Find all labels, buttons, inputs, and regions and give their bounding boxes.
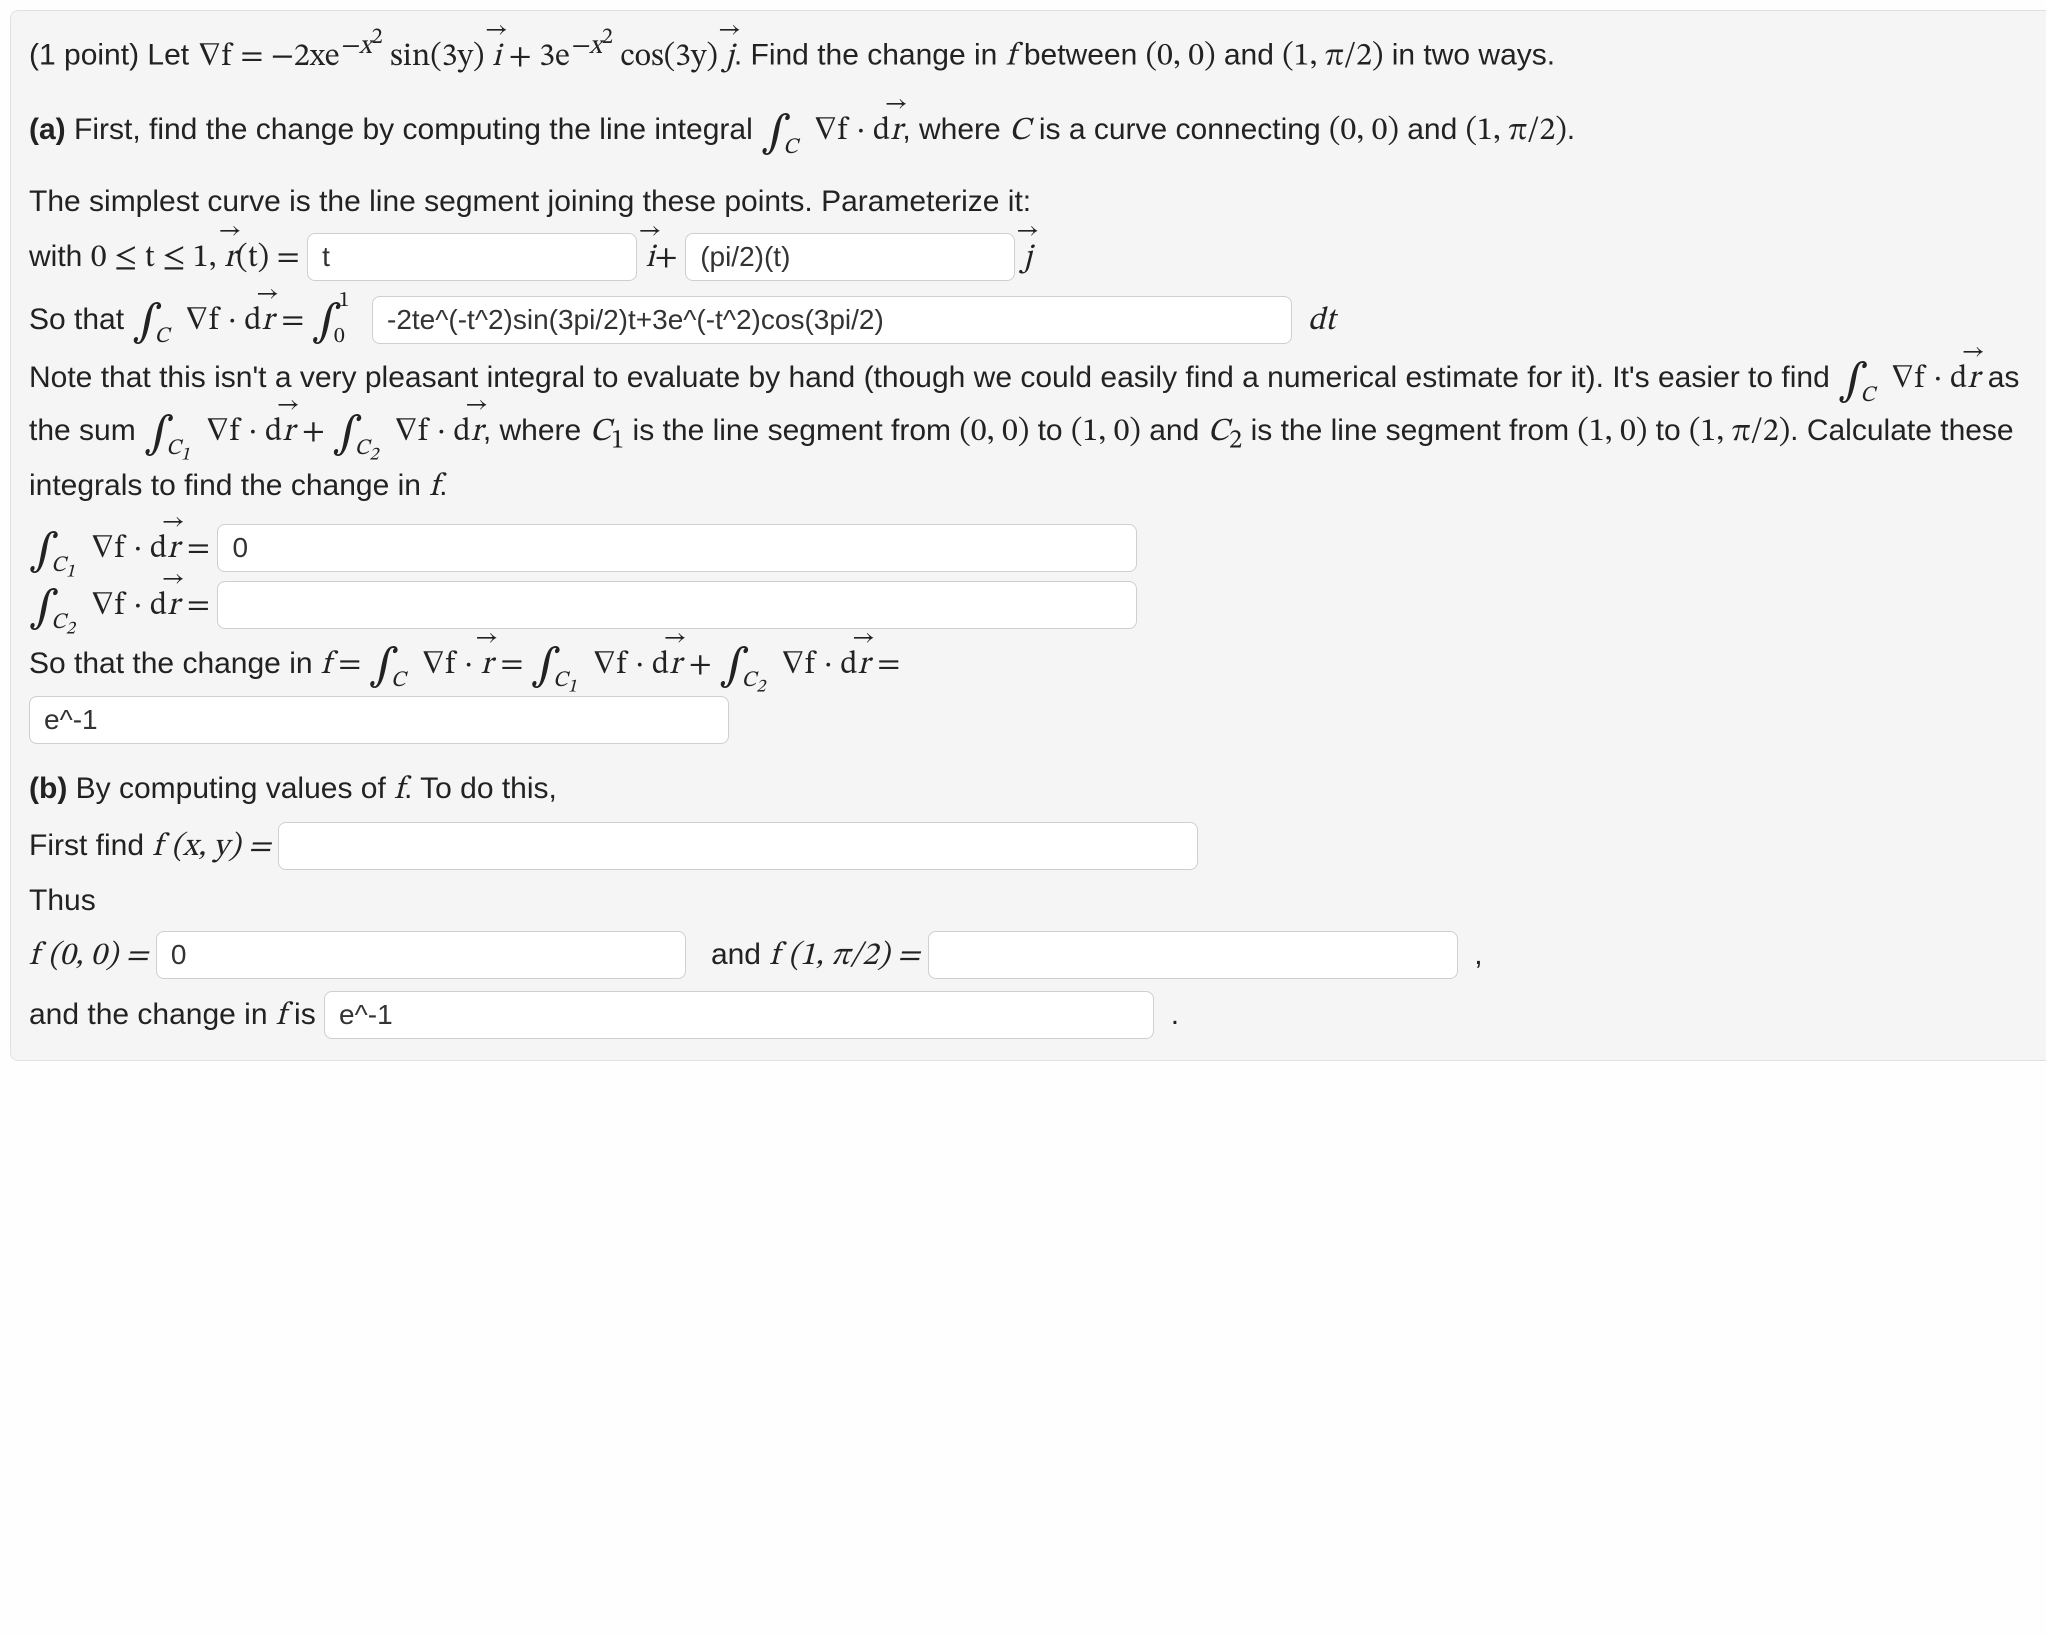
so-that-integral-line: So that ∫C ∇f · dr = ∫01 dt — [29, 294, 2035, 347]
integrand-input[interactable] — [372, 296, 1292, 344]
r-i-component-input[interactable] — [307, 233, 637, 281]
c1-integral-line: ∫C1 ∇f · dr = — [29, 522, 2035, 575]
r-j-component-input[interactable] — [685, 233, 1015, 281]
change-sum-input-line — [29, 696, 2035, 744]
c1-integral-input[interactable] — [217, 524, 1137, 572]
parameterize-line: with 0 ≤ t ≤ 1, r(t) = i+ j — [29, 231, 2035, 284]
f00-input[interactable] — [156, 931, 686, 979]
change-final-line: and the change in f is . — [29, 991, 2035, 1042]
first-find-line: First find f (x, y) = — [29, 822, 2035, 873]
problem-intro: (1 point) Let ∇f = −2xe−x2 sin(3y) i + 3… — [29, 21, 2035, 82]
f-values-line: f (0, 0) = and f (1, π/2) = , — [29, 931, 2035, 982]
problem-panel: (1 point) Let ∇f = −2xe−x2 sin(3y) i + 3… — [10, 10, 2046, 1061]
part-b: (b) By computing values of f. To do this… — [29, 766, 2035, 816]
part-a: (a) First, find the change by computing … — [29, 104, 2035, 157]
note-text: Note that this isn't a very pleasant int… — [29, 352, 2035, 512]
f1pi2-input[interactable] — [928, 931, 1458, 979]
so-that-change-line: So that the change in f = ∫C ∇f · r = ∫C… — [29, 638, 2035, 691]
thus-line: Thus — [29, 878, 2035, 925]
change-final-input[interactable] — [324, 991, 1154, 1039]
c2-integral-line: ∫C2 ∇f · dr = — [29, 579, 2035, 632]
change-sum-input[interactable] — [29, 696, 729, 744]
fxy-input[interactable] — [278, 822, 1198, 870]
